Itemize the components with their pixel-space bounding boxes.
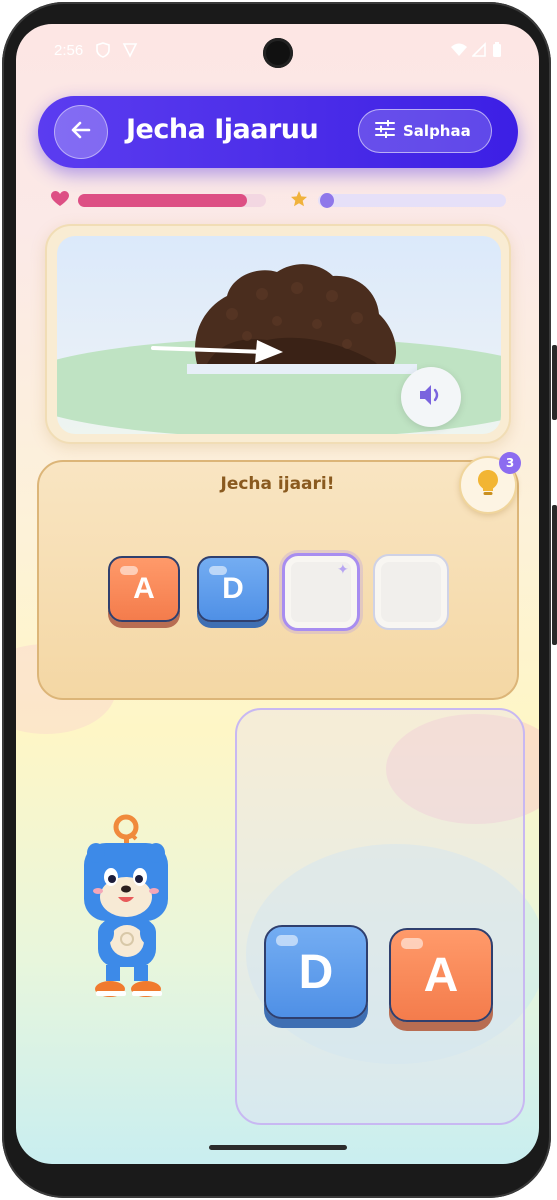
- slot-letter: A: [133, 572, 155, 605]
- stars-progress-bar: [318, 193, 506, 208]
- volume-button: [552, 505, 557, 645]
- hearts-progress-bar: [78, 194, 266, 207]
- speaker-icon: [418, 383, 444, 411]
- play-audio-button[interactable]: [401, 367, 461, 427]
- page-title: Jecha Ijaaruu: [126, 114, 319, 145]
- vpn-icon: [122, 42, 138, 62]
- settings-label: Salphaa: [403, 122, 471, 140]
- phone-frame: 2:56 Jecha Ijaaruu Salphaa Jecha ijaari!…: [0, 0, 557, 1200]
- answer-slot-4[interactable]: [373, 554, 449, 630]
- tile-shine: [209, 566, 227, 575]
- hearts-progress-fill: [78, 194, 248, 207]
- back-button[interactable]: [54, 105, 108, 159]
- sparkle-icon: ✦: [337, 562, 349, 578]
- tile-letter: D: [298, 945, 334, 999]
- heart-icon: [51, 191, 69, 211]
- letter-tile-d[interactable]: D: [264, 925, 368, 1019]
- answer-slot-3[interactable]: ✦: [282, 553, 360, 631]
- letter-bank: [235, 708, 525, 1125]
- answer-slot-2[interactable]: D: [197, 556, 269, 622]
- status-time: 2:56: [54, 42, 84, 59]
- header-bar: Jecha Ijaaruu Salphaa: [38, 96, 518, 168]
- status-bar: 2:56: [16, 24, 539, 76]
- mascot-character: [76, 809, 186, 1004]
- slot-letter: D: [222, 572, 244, 605]
- settings-button[interactable]: Salphaa: [358, 109, 492, 153]
- star-icon: [290, 190, 308, 212]
- shield-icon: [96, 42, 110, 62]
- tile-shine: [120, 566, 138, 575]
- tile-shine: [401, 938, 423, 949]
- hint-count-badge: 3: [499, 452, 521, 474]
- power-button: [552, 345, 557, 420]
- wifi-icon: [450, 42, 468, 61]
- lightbulb-icon: [477, 469, 499, 501]
- arrow-left-icon: [70, 119, 92, 145]
- answer-slot-1[interactable]: A: [108, 556, 180, 622]
- stars-progress-knob: [320, 193, 335, 208]
- signal-icon: [471, 42, 486, 61]
- letter-tile-a[interactable]: A: [389, 928, 493, 1022]
- sliders-icon: [375, 119, 395, 142]
- tile-shine: [276, 935, 298, 946]
- home-indicator[interactable]: [209, 1145, 347, 1150]
- front-camera: [263, 38, 293, 68]
- tile-letter: A: [423, 948, 459, 1002]
- app-screen: 2:56 Jecha Ijaaruu Salphaa Jecha ijaari!…: [16, 24, 539, 1164]
- battery-icon: [492, 42, 502, 62]
